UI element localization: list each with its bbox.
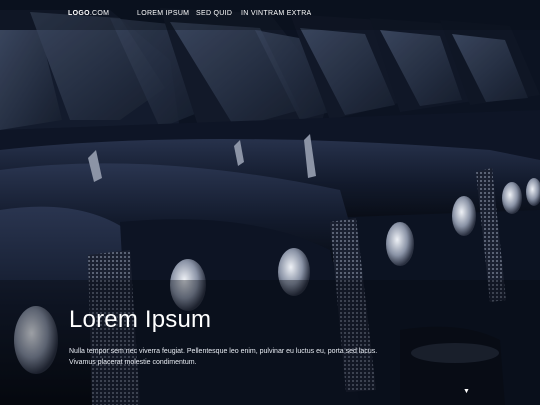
taxi-background-image xyxy=(0,0,540,405)
hero-description: Nulla tempor sem nec viverra feugiat. Pe… xyxy=(69,348,378,366)
site-logo[interactable]: LOGO.COM xyxy=(68,10,109,17)
caret-down-icon[interactable]: ▼ xyxy=(463,388,470,395)
nav-link-in-vintram-extra[interactable]: IN VINTRAM EXTRA xyxy=(241,10,312,17)
hero-title: Lorem Ipsum xyxy=(69,306,212,333)
hero-background xyxy=(0,0,540,405)
nav-link-sed-quid[interactable]: SED QUID xyxy=(196,10,232,17)
nav-link-lorem-ipsum[interactable]: LOREM IPSUM xyxy=(137,10,189,17)
top-navbar: LOGO.COM LOREM IPSUM SED QUID IN VINTRAM… xyxy=(0,0,540,30)
